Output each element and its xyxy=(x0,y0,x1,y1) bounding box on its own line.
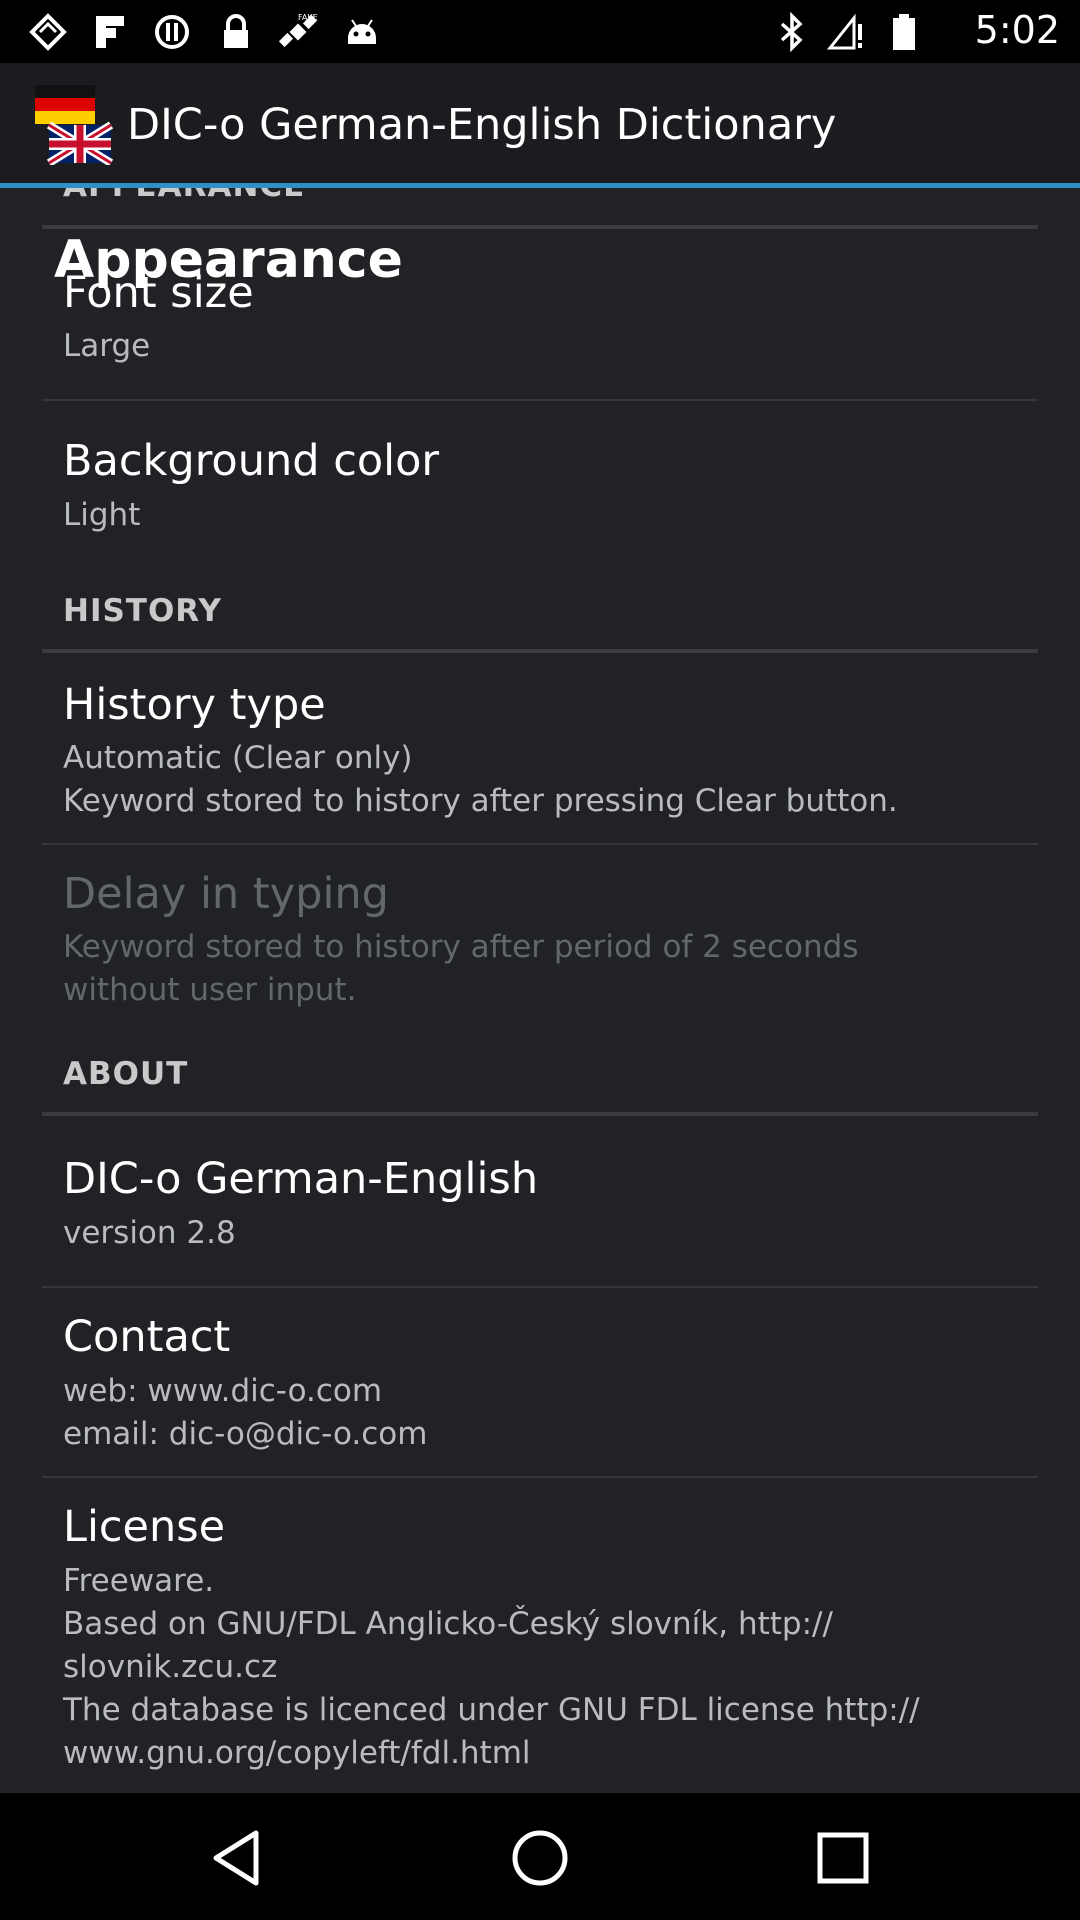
pref-summary: Keyword stored to history after period o… xyxy=(63,929,859,1008)
preferences-list[interactable]: APPEARANCE Font size Large Background co… xyxy=(0,188,1080,1793)
overlay-screen-title: Appearance xyxy=(54,230,403,290)
pref-summary: Light xyxy=(63,497,141,533)
battery-icon xyxy=(893,14,915,50)
divider xyxy=(42,1286,1038,1288)
no-signal-icon xyxy=(826,13,862,50)
pref-title: History type xyxy=(63,680,326,730)
category-header-history: HISTORY xyxy=(63,593,222,629)
recents-icon[interactable] xyxy=(808,1823,878,1893)
photos-icon xyxy=(29,13,67,51)
pref-summary: web: www.dic-o.com email: dic-o@dic-o.co… xyxy=(63,1373,428,1452)
pref-summary: Freeware. Based on GNU/FDL Anglicko-Česk… xyxy=(63,1563,920,1771)
android-icon xyxy=(348,19,376,44)
svg-text:FAKE: FAKE xyxy=(298,13,318,22)
pref-title: Contact xyxy=(63,1312,231,1362)
divider xyxy=(42,843,1038,845)
navigation-bar xyxy=(0,1793,1080,1920)
status-time: 5:02 xyxy=(974,8,1060,52)
pref-summary: version 2.8 xyxy=(63,1215,236,1251)
bluetooth-icon xyxy=(780,12,803,52)
home-icon[interactable] xyxy=(505,1823,575,1893)
alert-icon xyxy=(155,15,189,49)
pref-title: License xyxy=(63,1502,226,1552)
status-bar: FAKE 5:02 xyxy=(0,0,1080,63)
back-icon[interactable] xyxy=(202,1823,272,1893)
german-english-flags-icon xyxy=(35,85,113,165)
pref-title: DIC-o German-English xyxy=(63,1154,539,1204)
category-header-appearance: APPEARANCE xyxy=(63,188,305,204)
pref-title: Delay in typing xyxy=(63,869,389,919)
lock-icon xyxy=(224,14,248,48)
category-divider xyxy=(42,649,1038,653)
pref-summary: Large xyxy=(63,328,151,364)
category-divider xyxy=(42,1112,1038,1116)
app-title: DIC-o German-English Dictionary xyxy=(127,100,837,150)
divider xyxy=(42,399,1038,401)
flipboard-icon xyxy=(96,16,124,48)
category-header-about: ABOUT xyxy=(63,1056,189,1092)
satellite-icon: FAKE xyxy=(278,13,318,48)
pref-summary: Automatic (Clear only) Keyword stored to… xyxy=(63,740,898,819)
category-divider xyxy=(42,225,1038,229)
pref-title: Background color xyxy=(63,436,440,486)
divider xyxy=(42,1476,1038,1478)
